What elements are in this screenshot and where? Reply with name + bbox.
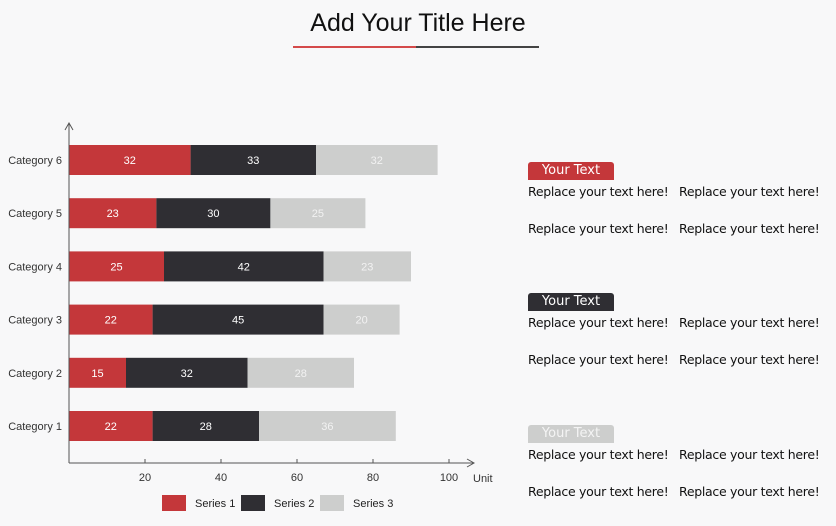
panel-badge: Your Text — [528, 293, 614, 311]
panel-text: Replace your text here! — [528, 447, 669, 462]
category-label: Category 5 — [8, 208, 62, 220]
category-label: Category 4 — [8, 261, 62, 273]
panel-text: Replace your text here! — [528, 484, 669, 499]
bar-value-label: 42 — [238, 261, 250, 273]
bar-value-label: 32 — [181, 368, 193, 380]
bar-value-label: 20 — [355, 315, 367, 327]
bars-group: 22 28 36 15 32 28 22 45 20 25 42 23 23 30 25 32 33 32 — [69, 145, 438, 441]
bar-value-label: 28 — [200, 421, 212, 433]
panel-text-row: Replace your text here! Replace your text… — [528, 352, 830, 367]
legend-label-series-1: Series 1 — [195, 498, 235, 510]
bar-value-label: 30 — [207, 208, 219, 220]
legend: Series 1 Series 2 Series 3 — [162, 495, 393, 511]
bar-value-label: 33 — [247, 155, 259, 167]
bar-value-label: 23 — [107, 208, 119, 220]
bar-value-label: 25 — [110, 261, 122, 273]
panel-text: Replace your text here! — [679, 352, 820, 367]
panel-text: Replace your text here! — [679, 447, 820, 462]
text-panel-1: Your Text Replace your text here! Replace … — [528, 162, 828, 252]
category-label: Category 1 — [8, 421, 62, 433]
panel-text: Replace your text here! — [679, 315, 820, 330]
x-tick-label: 20 — [139, 472, 151, 484]
panel-text-row: Replace your text here! Replace your text… — [528, 447, 830, 462]
bar-value-label: 28 — [295, 368, 307, 380]
panel-text-row: Replace your text here! Replace your text… — [528, 484, 830, 499]
x-tick-label: 80 — [367, 472, 379, 484]
legend-label-series-3: Series 3 — [353, 498, 393, 510]
legend-swatch-series-3 — [320, 495, 344, 511]
x-axis-label: Unit — [473, 473, 493, 485]
category-label: Category 6 — [8, 155, 62, 167]
panel-text: Replace your text here! — [528, 315, 669, 330]
bar-value-label: 23 — [361, 261, 373, 273]
bar-value-label: 22 — [105, 421, 117, 433]
panel-text-row: Replace your text here! Replace your text… — [528, 315, 830, 330]
bar-value-label: 15 — [91, 368, 103, 380]
panel-text: Replace your text here! — [679, 484, 820, 499]
legend-label-series-2: Series 2 — [274, 498, 314, 510]
panel-text-row: Replace your text here! Replace your text… — [528, 184, 830, 199]
bar-value-label: 25 — [312, 208, 324, 220]
text-panel-2: Your Text Replace your text here! Replace … — [528, 293, 828, 383]
bar-value-label: 32 — [124, 155, 136, 167]
bar-value-label: 22 — [105, 315, 117, 327]
bar-value-label: 36 — [321, 421, 333, 433]
x-tick-label: 60 — [291, 472, 303, 484]
panel-badge: Your Text — [528, 162, 614, 180]
panel-text-row: Replace your text here! Replace your text… — [528, 221, 830, 236]
x-tick-label: 100 — [440, 472, 458, 484]
text-panel-3: Your Text Replace your text here! Replace … — [528, 425, 828, 515]
legend-swatch-series-2 — [241, 495, 265, 511]
panel-text: Replace your text here! — [679, 184, 820, 199]
bar-value-label: 32 — [371, 155, 383, 167]
panel-text: Replace your text here! — [679, 221, 820, 236]
category-label: Category 2 — [8, 368, 62, 380]
category-labels-group: Category 1 Category 2 Category 3 Category 4… — [8, 155, 62, 433]
bar-value-label: 45 — [232, 315, 244, 327]
panel-badge: Your Text — [528, 425, 614, 443]
panel-text: Replace your text here! — [528, 352, 669, 367]
legend-swatch-series-1 — [162, 495, 186, 511]
x-tick-label: 40 — [215, 472, 227, 484]
panel-text: Replace your text here! — [528, 221, 669, 236]
panel-text: Replace your text here! — [528, 184, 669, 199]
category-label: Category 3 — [8, 315, 62, 327]
